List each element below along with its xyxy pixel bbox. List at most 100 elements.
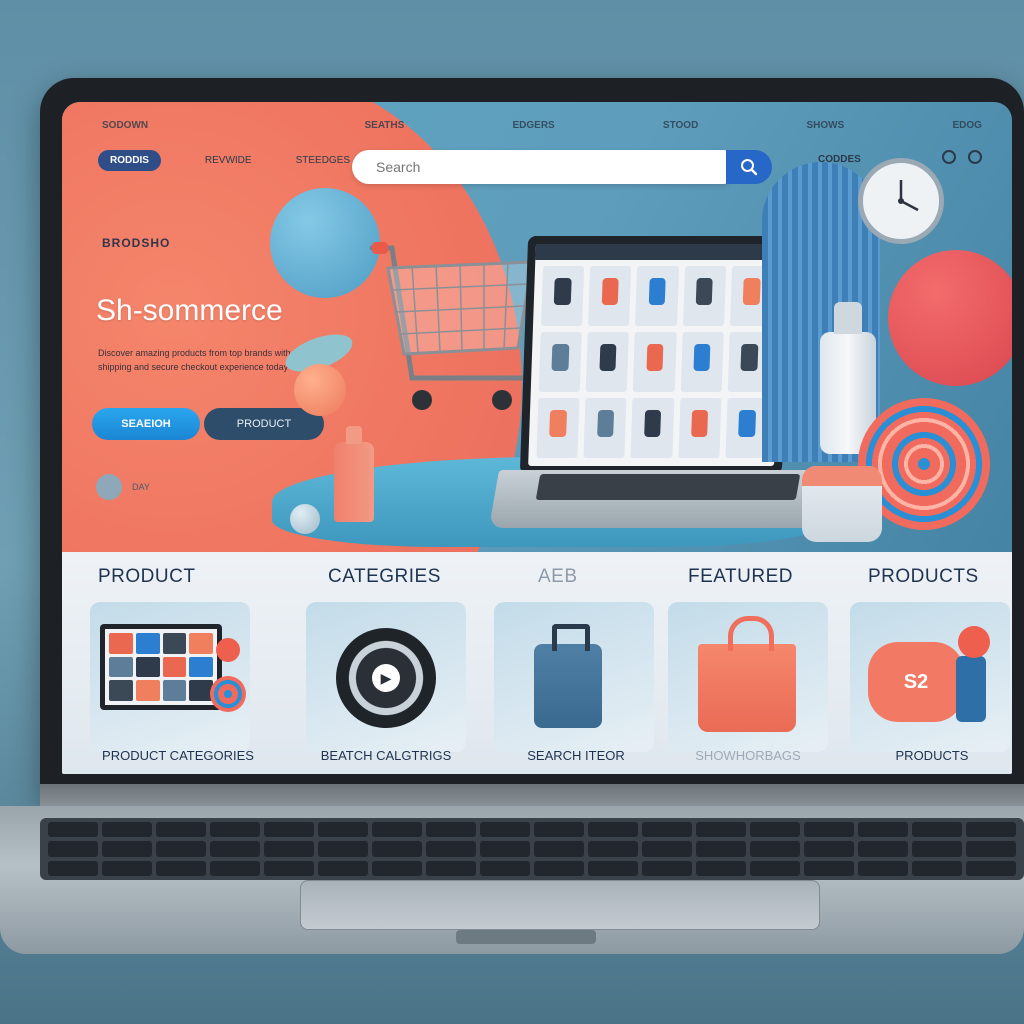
keyboard-key [102,860,152,876]
mini-product-grid [536,266,774,458]
flower-decoration [216,638,240,662]
blue-block-decoration [956,656,986,722]
peach-sphere-decoration [294,364,346,416]
swirl-decoration [210,676,246,712]
keyboard-key [696,822,746,838]
thumbnail-tile [135,633,160,654]
price-badge: S2 [903,670,929,693]
clock-icon [858,158,944,244]
card-caption: SEARCH ITEOR [527,748,625,763]
mini-product-card [536,398,580,458]
settings-icon[interactable] [968,150,982,164]
mini-product-card [630,398,675,458]
card-caption: BEATCH CALGTRIGS [320,748,452,763]
nav-link[interactable]: STEEDGES [296,155,350,166]
section-heading: CATEGRIES [328,566,441,587]
category-card[interactable]: ▶ [306,602,466,752]
keyboard-key [372,860,422,876]
laptop-thumbnail [100,624,222,710]
keyboard-key [102,841,152,857]
keyboard-key [588,822,638,838]
hero-description: Discover amazing products from top brand… [98,348,308,372]
thumbnail-tile [109,656,133,678]
mini-product-card [583,398,627,458]
bag-icon [534,624,602,728]
keyboard-key [750,822,800,838]
keyboard [40,818,1024,880]
nav-link[interactable]: REVWIDE [205,155,252,166]
keyboard-key [210,822,260,838]
keyboard-key [318,841,368,857]
keyboard-key [696,860,746,876]
mini-product-card [588,266,632,326]
keyboard-key [372,841,422,857]
mini-product-card [541,266,585,326]
keyboard-key [264,841,314,857]
keyboard-key [858,841,908,857]
hero-eyebrow: BRODSHO [102,236,171,250]
keyboard-key [750,841,800,857]
thumbnail-tile [162,656,187,678]
section-heading: PRODUCTS [868,566,979,587]
keyboard-key [156,822,206,838]
top-nav-item[interactable]: SODOWN [102,120,148,136]
user-icon[interactable] [942,150,956,164]
mini-product-card [585,332,630,392]
top-nav-item[interactable]: STOOD [663,120,698,136]
category-card[interactable] [494,602,654,752]
shopping-bag-icon [698,616,796,732]
keyboard-key [912,841,962,857]
category-card[interactable] [90,602,250,752]
keyboard-key [480,860,530,876]
top-nav-item[interactable]: EDGERS [513,120,555,136]
nav-pill-button[interactable]: RODDIS [98,150,161,171]
top-nav-item[interactable]: SEATHS [364,120,404,136]
top-nav-item[interactable]: SHOWS [807,120,845,136]
hero-product-button[interactable]: PRODUCT [204,408,324,440]
keyboard-key [210,860,260,876]
hero-small-meta: DAY [96,474,150,500]
shopping-cart-icon [369,242,534,410]
keyboard-key [966,841,1016,857]
keyboard-key [372,822,422,838]
hero-title: Sh-sommerce [96,294,283,327]
search-button[interactable] [726,150,772,184]
keyboard-key [480,841,530,857]
keyboard-key [588,841,638,857]
thumbnail-tile [162,680,187,701]
keyboard-key [534,860,584,876]
thumbnail-tile [135,656,160,678]
small-sphere-decoration [290,504,320,534]
keyboard-key [426,860,476,876]
keyboard-key [804,841,854,857]
keyboard-key [912,860,962,876]
keyboard-key [318,822,368,838]
keyboard-key [264,822,314,838]
laptop-notch [456,930,596,944]
product-laptop-screen [519,236,791,474]
header-icons [942,150,982,164]
trackpad[interactable] [300,880,820,930]
card-caption: SHOWHORBAGS [695,748,801,763]
section-heading: FEATURED [688,566,793,587]
keyboard-key [426,822,476,838]
hero-search-button[interactable]: SEAEIOH [92,408,200,440]
mini-product-card [538,332,582,392]
keyboard-key [480,822,530,838]
play-icon: ▶ [372,664,400,692]
category-card[interactable] [668,602,828,752]
keyboard-key [48,860,98,876]
web-page-screen: SODOWN SEATHS EDGERS STOOD SHOWS EDOG RO… [62,102,1012,774]
keyboard-key [642,841,692,857]
thumbnail-tile [135,680,160,701]
search-bar [352,150,728,184]
keyboard-key [48,841,98,857]
keyboard-key [318,860,368,876]
search-input[interactable] [352,150,728,184]
keyboard-key [858,822,908,838]
category-card[interactable]: S2 [850,602,1010,752]
top-navigation: SODOWN SEATHS EDGERS STOOD SHOWS EDOG [102,120,982,136]
top-nav-item[interactable]: EDOG [952,120,981,136]
keyboard-key [102,822,152,838]
red-sphere-decoration [888,250,1012,386]
